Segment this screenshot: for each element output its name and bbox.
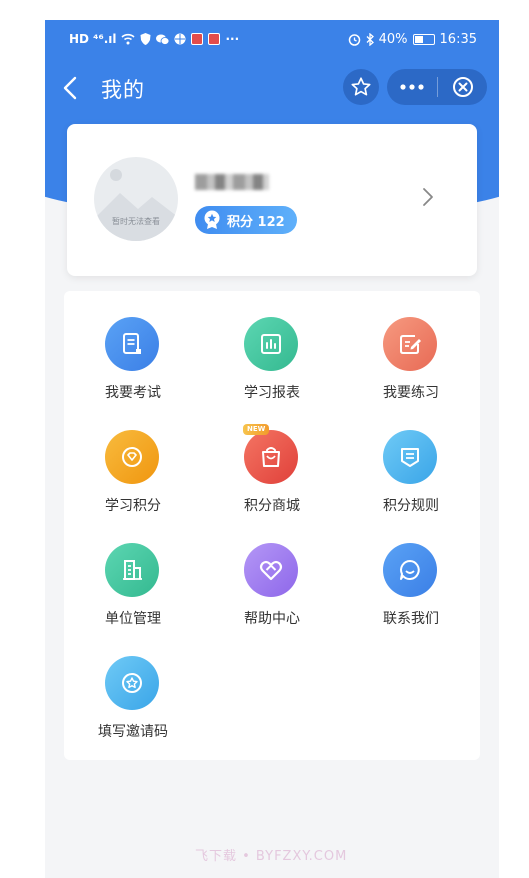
signal-text: HD ⁴⁶.ıl [69, 32, 117, 46]
menu-item-rules[interactable]: 积分规则 [342, 404, 480, 514]
more-notifications: ··· [225, 32, 240, 46]
menu-label: 学习积分 [105, 498, 161, 514]
menu-grid: 我要考试 学习报表 我要练习 学习积分 NEW 积分商城 积分规则 单位管理 帮… [64, 291, 480, 760]
menu-item-invite[interactable]: 填写邀请码 [64, 630, 202, 740]
report-chart-icon [244, 317, 298, 371]
practice-edit-icon [383, 317, 437, 371]
menu-label: 积分商城 [244, 498, 300, 514]
avatar-caption: 暂时无法查看 [112, 217, 160, 226]
star-badge-icon [105, 656, 159, 710]
bluetooth-icon [366, 32, 374, 46]
wechat-icon [156, 34, 170, 45]
menu-item-mall[interactable]: NEW 积分商城 [203, 404, 341, 514]
mini-program-capsule [387, 69, 487, 105]
menu-label: 我要考试 [105, 385, 161, 401]
page-title: 我的 [101, 78, 145, 102]
favorite-button[interactable] [343, 69, 379, 105]
back-arrow-icon[interactable] [59, 74, 83, 102]
more-options-icon[interactable] [387, 69, 437, 105]
diamond-icon [105, 430, 159, 484]
watermark: 飞下载 • BYFZXY.COM [195, 849, 348, 864]
battery-icon [412, 33, 435, 45]
username-blurred [195, 174, 269, 190]
menu-item-help[interactable]: 帮助中心 [203, 517, 341, 627]
profile-card[interactable]: 暂时无法查看 积分 122 [67, 124, 477, 276]
avatar[interactable]: 暂时无法查看 [94, 157, 178, 241]
mail-notification-icon [208, 33, 221, 45]
phone-screen: HD ⁴⁶.ıl ··· 40% 16:35 我的 暂时无法查看 积分 122 … [45, 20, 499, 878]
browser-icon [174, 33, 186, 45]
menu-item-contact[interactable]: 联系我们 [342, 517, 480, 627]
exam-icon [105, 317, 159, 371]
menu-label: 积分规则 [383, 498, 439, 514]
chat-bubble-icon [383, 543, 437, 597]
menu-item-report[interactable]: 学习报表 [203, 291, 341, 401]
new-badge: NEW [243, 424, 270, 435]
help-heart-icon [244, 543, 298, 597]
shield-check-icon [140, 33, 151, 45]
menu-item-exam[interactable]: 我要考试 [64, 291, 202, 401]
menu-label: 填写邀请码 [98, 724, 168, 740]
points-badge[interactable]: 积分 122 [195, 206, 297, 234]
alarm-icon [348, 33, 360, 46]
shopping-bag-icon [244, 430, 298, 484]
status-left: HD ⁴⁶.ıl ··· [69, 32, 239, 46]
title-bar: 我的 [45, 58, 499, 118]
menu-label: 学习报表 [244, 385, 300, 401]
menu-item-unit[interactable]: 单位管理 [64, 517, 202, 627]
status-right: 40% 16:35 [348, 32, 477, 47]
image-placeholder-icon [94, 169, 178, 241]
menu-item-practice[interactable]: 我要练习 [342, 291, 480, 401]
app-notification-icon [191, 33, 204, 45]
menu-label: 帮助中心 [244, 611, 300, 627]
building-icon [105, 543, 159, 597]
battery-percent: 40% [378, 31, 408, 47]
rules-shield-icon [383, 430, 437, 484]
menu-item-points[interactable]: 学习积分 [64, 404, 202, 514]
points-label: 积分 122 [227, 214, 285, 230]
close-circle-icon[interactable] [438, 69, 487, 105]
wifi-icon [121, 33, 136, 45]
chevron-right-icon[interactable] [421, 186, 435, 208]
star-icon [351, 77, 371, 96]
medal-icon [204, 210, 220, 229]
menu-label: 单位管理 [105, 611, 161, 627]
menu-label: 联系我们 [383, 611, 439, 627]
clock: 16:35 [439, 31, 477, 47]
status-bar: HD ⁴⁶.ıl ··· 40% 16:35 [45, 20, 499, 58]
menu-label: 我要练习 [383, 385, 439, 401]
